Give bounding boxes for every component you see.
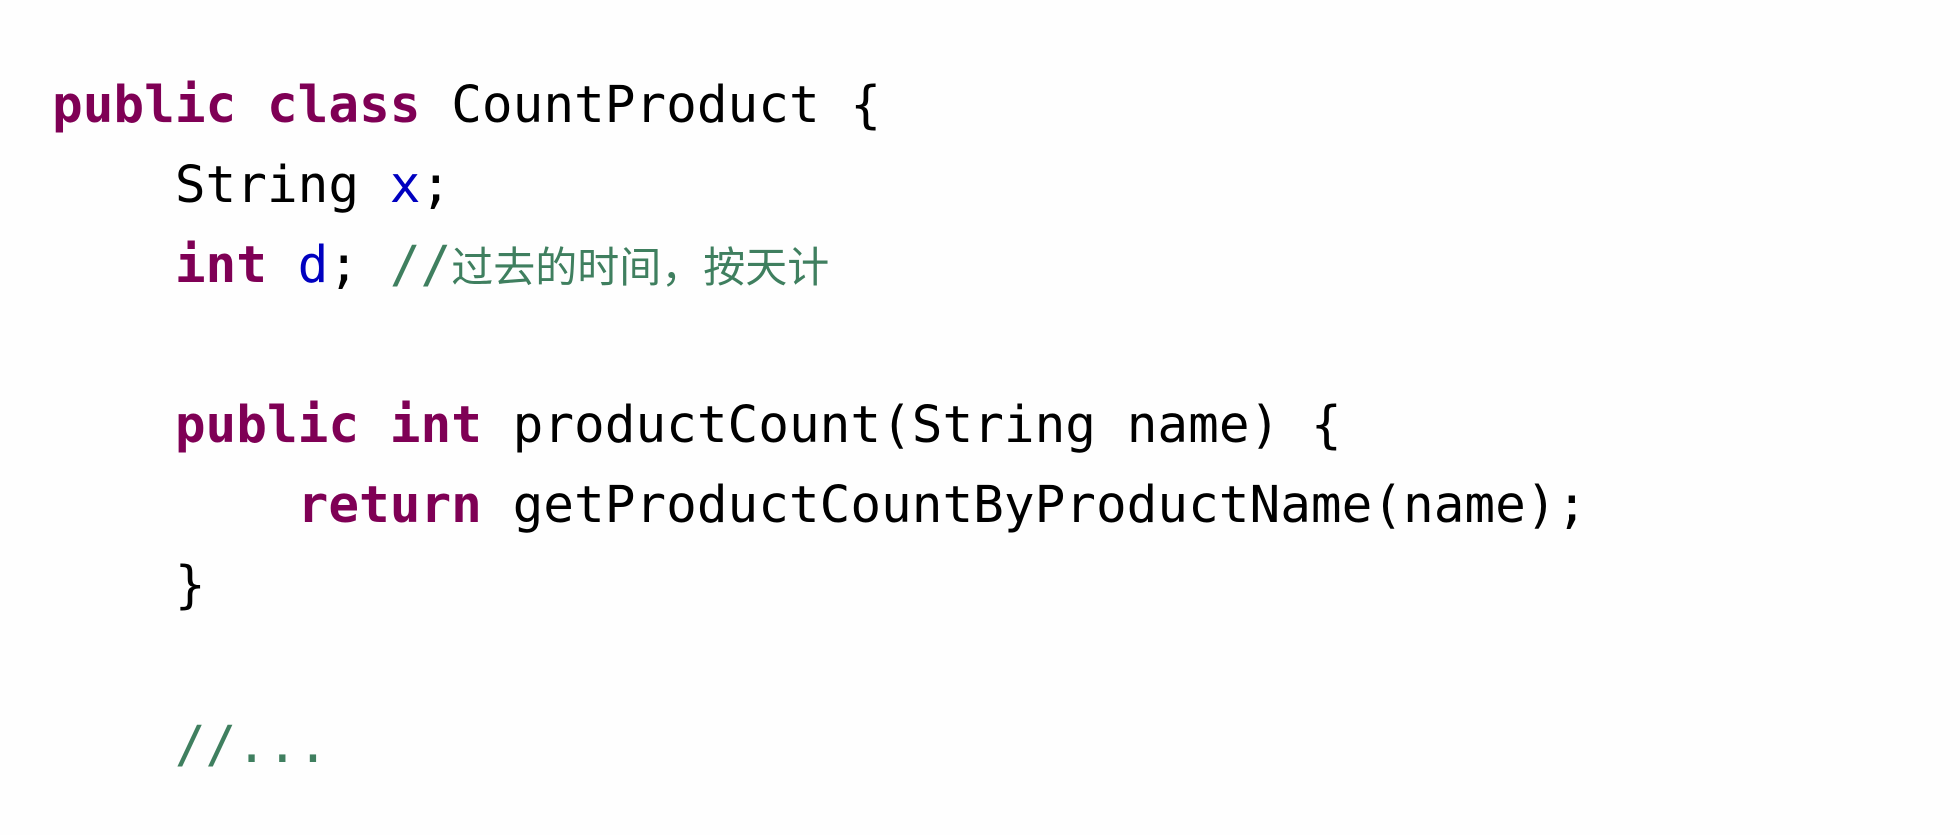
keyword-return: return <box>297 476 482 535</box>
method-signature: productCount(String name) { <box>512 396 1342 455</box>
keyword-int: int <box>174 236 267 295</box>
line-comment-slashes: // <box>389 236 452 295</box>
code-editor[interactable]: public class CountProduct { String x; in… <box>0 0 1960 835</box>
code-line-4-blank <box>52 306 1587 386</box>
keyword-int: int <box>389 396 482 455</box>
close-brace: } <box>174 556 206 615</box>
keyword-class: class <box>266 76 421 135</box>
code-line-8-blank <box>52 626 1587 706</box>
code-line-2: String x; <box>52 146 1587 226</box>
ellipsis-comment: //... <box>174 716 329 775</box>
class-name: CountProduct <box>451 76 820 135</box>
type-string: String <box>174 156 360 215</box>
open-brace: { <box>850 76 882 135</box>
code-line-3: int d; //过去的时间，按天计 <box>52 226 1587 306</box>
code-line-5: public int productCount(String name) { <box>52 386 1587 466</box>
code-line-1: public class CountProduct { <box>52 66 1587 146</box>
code-line-6: return getProductCountByProductName(name… <box>52 466 1588 546</box>
line-comment-text: 过去的时间，按天计 <box>451 243 830 292</box>
code-line-7: } <box>52 546 1587 626</box>
method-call: getProductCountByProductName(name); <box>512 476 1588 535</box>
code-block: public class CountProduct { String x; in… <box>52 66 1587 786</box>
semicolon: ; <box>420 156 452 215</box>
keyword-public: public <box>174 396 360 455</box>
semicolon: ; <box>328 236 360 295</box>
field-d: d <box>297 236 329 295</box>
field-x: x <box>389 156 421 215</box>
code-line-9: //... <box>52 706 1587 786</box>
keyword-public: public <box>52 76 237 135</box>
